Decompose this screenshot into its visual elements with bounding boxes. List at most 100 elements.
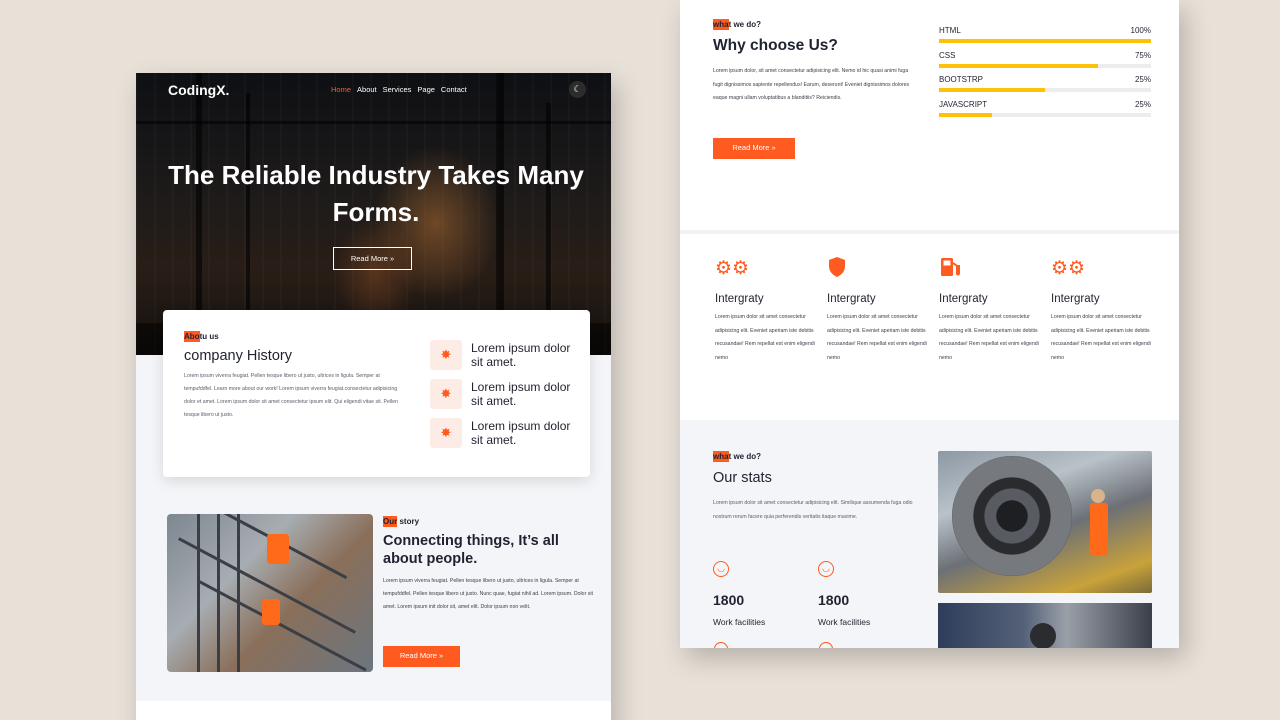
feature-item: ✸ Lorem ipsum dolor sit amet.	[430, 340, 580, 370]
gas-pump-icon	[939, 256, 1044, 282]
skill-track	[939, 88, 1151, 92]
about-tag-highlight: Abo	[184, 331, 200, 342]
skill-percent: 100%	[1130, 26, 1151, 35]
skill-name: HTML	[939, 26, 961, 35]
stat-label: Work facilities	[713, 617, 766, 627]
nav-link-services[interactable]: Services	[383, 85, 412, 94]
skill-percent: 25%	[1134, 100, 1151, 109]
nav-links: Home About Services Page Contact	[331, 85, 467, 94]
smile-icon: ◡	[713, 561, 729, 577]
stats-text: Lorem ipsum dolor sit amet consectetur a…	[713, 500, 913, 520]
shield-icon	[827, 256, 932, 282]
story-read-more-label: Read More	[399, 651, 437, 660]
skill-fill	[939, 64, 1098, 68]
skill-name: BOOTSTRP	[939, 75, 984, 84]
story-tag-rest: story	[397, 517, 420, 526]
hero-read-more-button[interactable]: Read More »	[333, 247, 412, 270]
about-text: Lorem ipsum viverra feugiat. Pellen tesq…	[184, 373, 398, 418]
service-text: Lorem ipsum dolor sit amet consectetur a…	[1051, 314, 1151, 361]
service-card: ⚙⚙ Intergraty Lorem ipsum dolor sit amet…	[1051, 256, 1156, 365]
skill-fill	[939, 113, 992, 117]
skill-bar: JAVASCRIPT 25%	[939, 100, 1151, 120]
skill-fill	[939, 88, 1045, 92]
smile-icon: ◡	[818, 561, 834, 577]
skill-track	[939, 64, 1151, 68]
skill-bar: CSS 75%	[939, 51, 1151, 71]
about-tag: Abotu us	[184, 331, 219, 342]
nav-link-home[interactable]: Home	[331, 85, 351, 94]
machinery-image	[938, 451, 1152, 593]
about-tag-rest: tu us	[199, 332, 219, 341]
story-image	[167, 514, 373, 672]
workshop-image	[938, 603, 1152, 648]
feature-text: Lorem ipsum dolor sit amet.	[471, 341, 571, 369]
service-card: Intergraty Lorem ipsum dolor sit amet co…	[939, 256, 1044, 365]
double-chevron-right-icon: »	[439, 651, 444, 660]
right-page-mockup: what we do? Why choose Us? Lorem ipsum d…	[680, 0, 1179, 648]
team-icon: ✸	[430, 418, 462, 448]
left-page-mockup: CodingX. Home About Services Page Contac…	[136, 73, 611, 720]
why-tag-highlight: wha	[713, 19, 729, 30]
skill-name: CSS	[939, 51, 956, 60]
double-chevron-right-icon: »	[771, 143, 776, 152]
story-tag-highlight: Our	[383, 516, 398, 527]
skill-percent: 25%	[1134, 75, 1151, 84]
gears-icon: ⚙⚙	[715, 258, 750, 279]
gears-icon: ⚙⚙	[1051, 258, 1086, 279]
skill-bar: BOOTSTRP 25%	[939, 75, 1151, 95]
service-card: Intergraty Lorem ipsum dolor sit amet co…	[827, 256, 932, 365]
nav-link-page[interactable]: Page	[417, 85, 435, 94]
story-title: Connecting things, It’s all about people…	[383, 533, 559, 567]
why-tag-rest: t we do?	[728, 20, 762, 29]
service-text: Lorem ipsum dolor sit amet consectetur a…	[827, 314, 927, 361]
service-title: Intergraty	[1051, 293, 1100, 305]
stats-tag-rest: t we do?	[728, 452, 762, 461]
stat-number: 1800	[818, 592, 850, 608]
hero-title: The Reliable Industry Takes Many Forms.	[168, 160, 584, 227]
moon-icon[interactable]: ☾	[569, 81, 586, 98]
feature-item: ✸ Lorem ipsum dolor sit amet.	[430, 418, 580, 448]
about-title: company History	[184, 348, 292, 364]
skill-bar: HTML 100%	[939, 26, 1151, 46]
service-title: Intergraty	[715, 293, 764, 305]
why-text: Lorem ipsum dolor, sit amet consectetur …	[713, 68, 910, 101]
service-card: ⚙⚙ Intergraty Lorem ipsum dolor sit amet…	[715, 256, 820, 365]
skill-track	[939, 113, 1151, 117]
stat-number: 1800	[713, 592, 745, 608]
feature-item: ✸ Lorem ipsum dolor sit amet.	[430, 379, 580, 409]
why-title: Why choose Us?	[713, 37, 838, 54]
why-read-more-label: Read More	[732, 143, 770, 152]
double-chevron-right-icon: »	[390, 254, 395, 263]
about-card: Abotu us company History Lorem ipsum viv…	[163, 310, 590, 477]
skill-name: JAVASCRIPT	[939, 100, 988, 109]
story-read-more-button[interactable]: Read More »	[383, 646, 460, 667]
why-read-more-button[interactable]: Read More »	[713, 138, 795, 159]
feature-text: Lorem ipsum dolor sit amet.	[471, 380, 571, 408]
next-section	[136, 701, 611, 720]
stat-item: ◡ 1800 Work facilities	[818, 561, 908, 627]
stats-tag: what we do?	[713, 451, 762, 462]
service-text: Lorem ipsum dolor sit amet consectetur a…	[939, 314, 1039, 361]
story-tag: Our story	[383, 516, 420, 527]
nav-link-about[interactable]: About	[357, 85, 377, 94]
section-divider	[680, 230, 1179, 234]
team-icon: ✸	[430, 340, 462, 370]
why-tag: what we do?	[713, 19, 762, 30]
service-title: Intergraty	[939, 293, 988, 305]
stat-label: Work facilities	[818, 617, 871, 627]
nav-link-contact[interactable]: Contact	[441, 85, 467, 94]
feature-text: Lorem ipsum dolor sit amet.	[471, 419, 571, 447]
logo[interactable]: CodingX.	[168, 82, 229, 98]
top-nav: CodingX. Home About Services Page Contac…	[136, 73, 611, 107]
service-text: Lorem ipsum dolor sit amet consectetur a…	[715, 314, 815, 361]
stats-title: Our stats	[713, 470, 772, 486]
skill-track	[939, 39, 1151, 43]
skill-percent: 75%	[1134, 51, 1151, 60]
story-text: Lorem ipsum viverra feugiat. Pellen tesq…	[383, 578, 593, 610]
service-title: Intergraty	[827, 293, 876, 305]
stats-tag-highlight: wha	[713, 451, 729, 462]
hero-read-more-label: Read More	[350, 254, 388, 263]
skill-fill	[939, 39, 1151, 43]
team-icon: ✸	[430, 379, 462, 409]
stat-item: ◡ 1800 Work facilities	[713, 561, 803, 627]
